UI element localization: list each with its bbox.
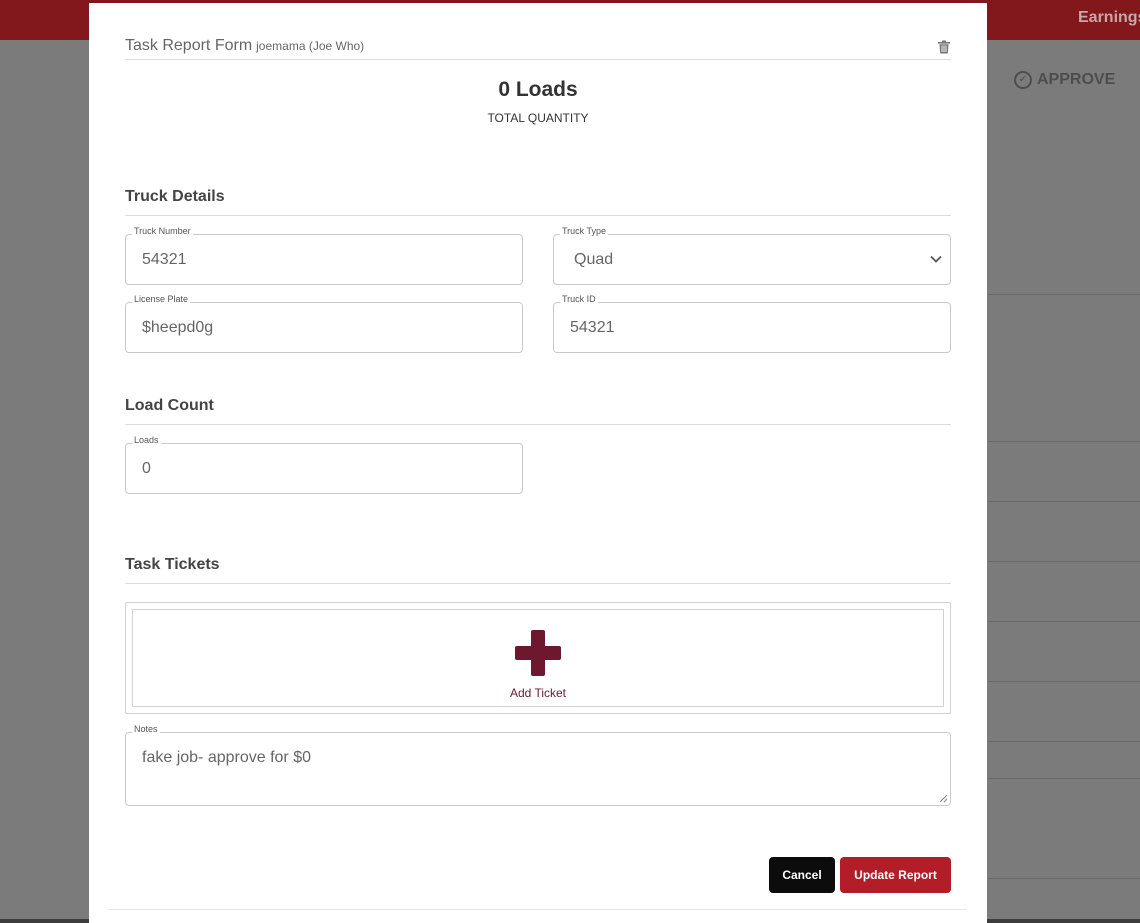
background-divider (988, 294, 1140, 295)
topbar-earnings-link[interactable]: Earnings (1078, 9, 1140, 27)
background-divider (988, 878, 1140, 879)
modal-footer-divider (109, 909, 967, 910)
section-divider (125, 424, 951, 425)
background-divider (988, 441, 1140, 442)
check-circle-icon: ✓ (1014, 71, 1032, 89)
background-divider (988, 681, 1140, 682)
section-divider (125, 215, 951, 216)
background-divider (988, 741, 1140, 742)
total-quantity-label: TOTAL QUANTITY (487, 111, 589, 125)
task-tickets-container: Add Ticket (125, 602, 951, 714)
form-user: joemama (Joe Who) (256, 39, 365, 53)
truck-id-value: 54321 (570, 319, 615, 336)
license-plate-label: License Plate (132, 294, 191, 304)
load-count-heading: Load Count (125, 397, 214, 414)
plus-icon (515, 630, 561, 676)
truck-type-label: Truck Type (560, 226, 609, 236)
license-plate-field[interactable]: License Plate $heepd0g (125, 294, 523, 353)
loads-value: 0 (142, 460, 151, 477)
truck-id-field[interactable]: Truck ID 54321 (553, 294, 951, 353)
cancel-button[interactable]: Cancel (769, 857, 835, 893)
background-divider (988, 561, 1140, 562)
form-title-text: Task Report Form (125, 37, 253, 54)
truck-type-value: Quad (574, 251, 614, 268)
truck-details-heading: Truck Details (125, 188, 225, 205)
task-report-modal: Task Report Form joemama (Joe Who) 0 Load… (89, 3, 987, 923)
update-report-button[interactable]: Update Report (840, 857, 951, 893)
background-divider (988, 621, 1140, 622)
notes-textarea[interactable]: Notes fake job- approve for $0 (125, 724, 951, 806)
notes-label: Notes (132, 724, 160, 734)
chevron-down-icon (930, 255, 942, 263)
loads-label: Loads (132, 435, 161, 445)
loads-field[interactable]: Loads 0 (125, 435, 523, 494)
task-tickets-heading: Task Tickets (125, 556, 220, 573)
background-divider (988, 501, 1140, 502)
section-divider (125, 583, 951, 584)
background-divider (988, 778, 1140, 779)
approve-button[interactable]: ✓ APPROVE (1014, 71, 1115, 89)
total-quantity-value: 0 Loads (498, 78, 578, 101)
truck-type-select[interactable]: Truck Type Quad (553, 226, 951, 285)
approve-label: APPROVE (1037, 71, 1116, 88)
add-ticket-button[interactable]: Add Ticket (132, 609, 944, 707)
trash-icon[interactable] (937, 40, 951, 54)
truck-number-field[interactable]: Truck Number 54321 (125, 226, 523, 285)
truck-number-value: 54321 (142, 251, 187, 268)
add-ticket-label: Add Ticket (509, 686, 567, 700)
form-header: Task Report Form joemama (Joe Who) (125, 37, 951, 60)
notes-value: fake job- approve for $0 (142, 749, 311, 766)
resize-handle-icon[interactable] (938, 793, 948, 803)
truck-id-label: Truck ID (560, 294, 598, 304)
license-plate-value: $heepd0g (142, 319, 214, 336)
truck-number-label: Truck Number (132, 226, 193, 236)
form-title: Task Report Form joemama (Joe Who) (125, 37, 364, 55)
